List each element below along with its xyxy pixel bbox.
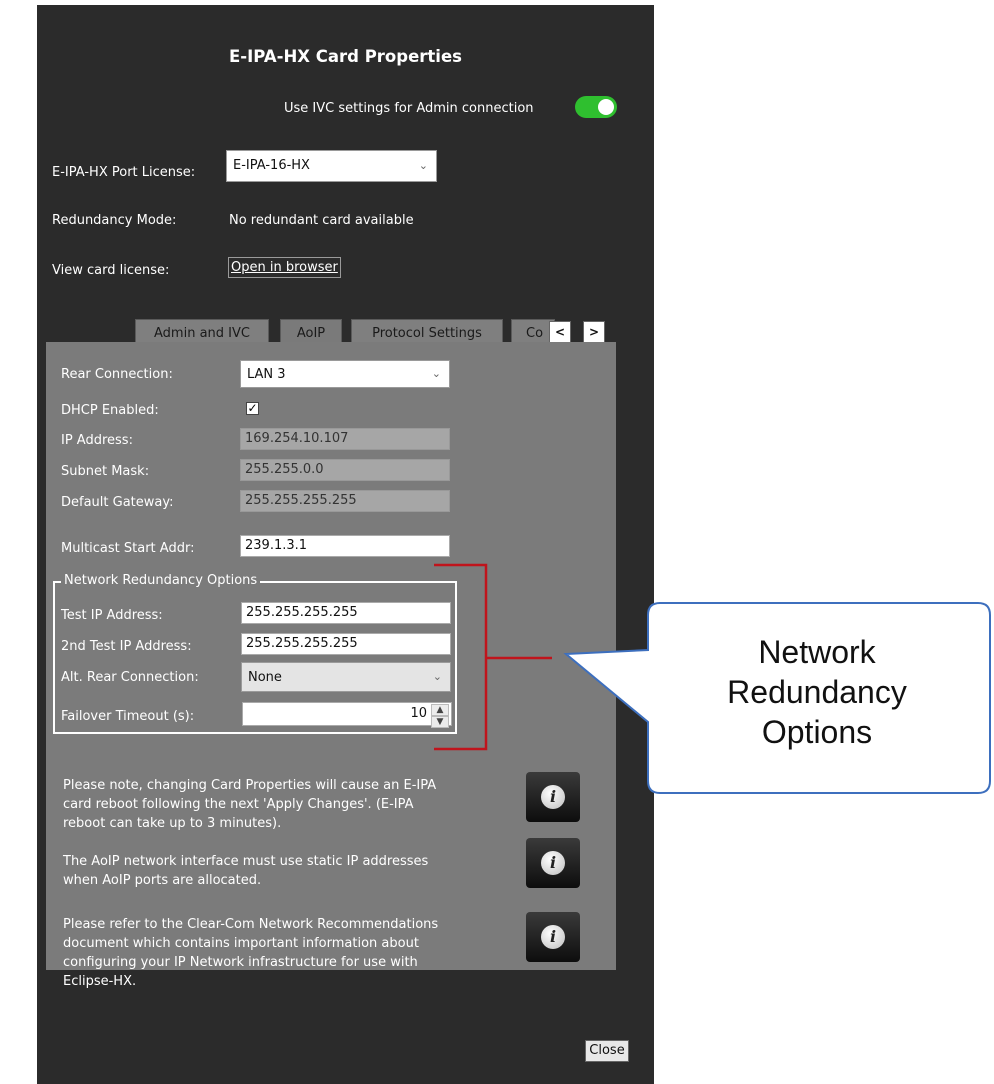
redundancy-bracket — [434, 563, 552, 751]
callout-line: Options — [761, 714, 873, 750]
callout-overlay — [434, 563, 991, 794]
callout-line: Redundancy — [727, 674, 907, 710]
callout-text: Network Redundancy Options — [664, 632, 970, 752]
callout-line: Network — [758, 634, 876, 670]
